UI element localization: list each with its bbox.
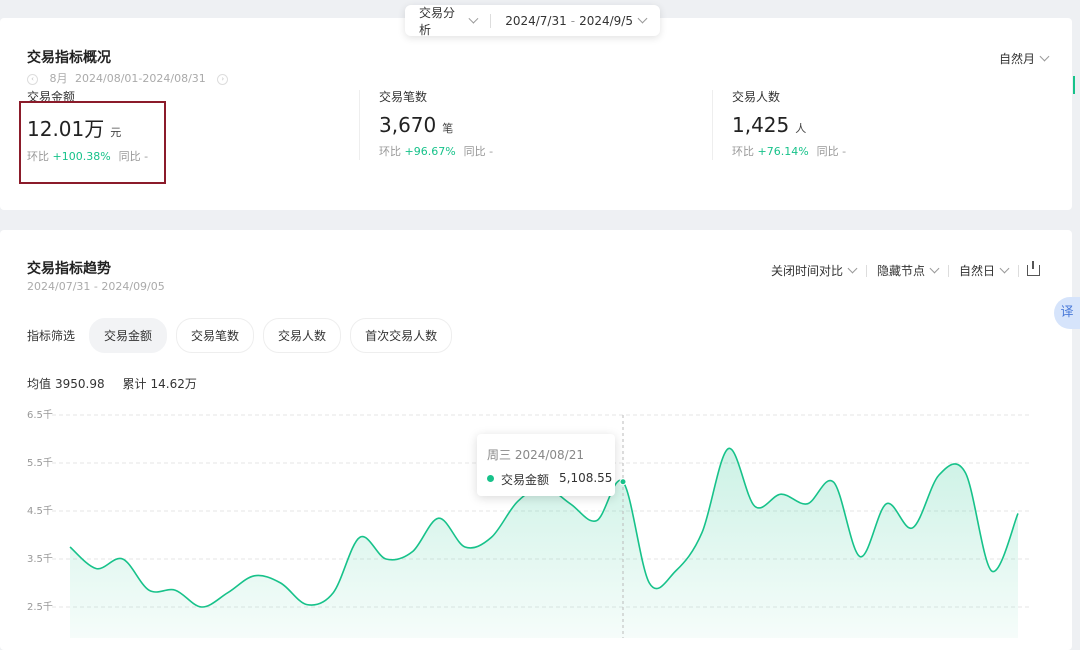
mom-value: +96.67% bbox=[404, 145, 456, 158]
period-range: 2024/08/01-2024/08/31 bbox=[75, 72, 206, 85]
metric-number: 1,425 bbox=[732, 113, 790, 137]
total-value: 14.62万 bbox=[150, 377, 197, 391]
top-filter-bar: 交易分析 2024/7/31 - 2024/9/5 bbox=[405, 4, 660, 38]
chip-count[interactable]: 交易笔数 bbox=[176, 318, 255, 353]
mom-label: 环比 bbox=[379, 145, 401, 158]
granularity-select[interactable]: 自然日 bbox=[949, 262, 1018, 279]
total-label: 累计 bbox=[122, 377, 147, 391]
y-tick-label: 5.5千 bbox=[27, 457, 53, 469]
chevron-down-icon bbox=[999, 263, 1010, 274]
period-month: 8月 bbox=[49, 72, 68, 85]
date-start: 2024/7/31 bbox=[505, 13, 567, 28]
metric-unit: 人 bbox=[795, 122, 807, 135]
next-period-icon[interactable]: › bbox=[217, 73, 229, 85]
granularity-label: 自然日 bbox=[958, 264, 995, 278]
filter-label: 指标筛选 bbox=[27, 329, 76, 343]
chevron-down-icon bbox=[468, 13, 478, 24]
metric-value: 3,670 笔 bbox=[379, 113, 493, 137]
period-select[interactable]: 自然月 bbox=[998, 50, 1050, 67]
metric-compare: 环比 +96.67% 同比 - bbox=[379, 143, 493, 159]
translate-button[interactable]: 译 bbox=[1054, 297, 1080, 329]
date-end: 2024/9/5 bbox=[579, 13, 633, 28]
highlight-box bbox=[19, 101, 166, 184]
date-separator: - bbox=[570, 13, 576, 28]
overview-period: ‹ 8月 2024/08/01-2024/08/31 › bbox=[27, 70, 229, 86]
metric-value: 1,425 人 bbox=[732, 113, 846, 137]
chevron-down-icon bbox=[1039, 51, 1050, 62]
compare-toggle[interactable]: 关闭时间对比 bbox=[761, 262, 866, 279]
yoy-value: - bbox=[842, 145, 847, 158]
trend-controls: 关闭时间对比 隐藏节点 自然日 bbox=[761, 261, 1040, 279]
period-select-label: 自然月 bbox=[998, 52, 1035, 66]
y-tick-label: 4.5千 bbox=[27, 505, 53, 517]
mom-value: +76.14% bbox=[757, 145, 809, 158]
analysis-label: 交易分析 bbox=[419, 5, 456, 37]
metric-unit: 笔 bbox=[442, 122, 454, 135]
avg-label: 均值 bbox=[27, 377, 52, 391]
y-tick-label: 6.5千 bbox=[27, 409, 53, 421]
analysis-select[interactable]: 交易分析 bbox=[405, 4, 490, 38]
trend-title: 交易指标趋势 bbox=[27, 261, 111, 277]
date-range-select[interactable]: 2024/7/31 - 2024/9/5 bbox=[491, 14, 660, 28]
chevron-down-icon bbox=[929, 263, 940, 274]
trend-range: 2024/07/31 - 2024/09/05 bbox=[27, 280, 165, 293]
metric-filter: 指标筛选 交易金额 交易笔数 交易人数 首次交易人数 bbox=[27, 318, 461, 353]
hide-nodes-select[interactable]: 隐藏节点 bbox=[867, 262, 948, 279]
overview-title: 交易指标概况 bbox=[27, 50, 111, 66]
hide-nodes-label: 隐藏节点 bbox=[876, 264, 925, 278]
legend-dot bbox=[487, 475, 494, 482]
metric-users: 交易人数 1,425 人 环比 +76.14% 同比 - bbox=[732, 88, 846, 159]
metric-count: 交易笔数 3,670 笔 环比 +96.67% 同比 - bbox=[379, 88, 493, 159]
chip-amount[interactable]: 交易金额 bbox=[89, 318, 168, 353]
chip-first-users[interactable]: 首次交易人数 bbox=[350, 318, 453, 353]
chevron-down-icon bbox=[847, 263, 858, 274]
metric-compare: 环比 +76.14% 同比 - bbox=[732, 143, 846, 159]
download-icon[interactable] bbox=[1027, 261, 1040, 276]
compare-label: 关闭时间对比 bbox=[770, 264, 843, 278]
metric-number: 3,670 bbox=[379, 113, 437, 137]
prev-period-icon[interactable]: ‹ bbox=[27, 73, 38, 85]
tooltip-date: 周三 2024/08/21 bbox=[487, 448, 584, 462]
tooltip-series: 交易金额 bbox=[501, 473, 550, 487]
y-tick-label: 3.5千 bbox=[27, 553, 53, 565]
metric-label: 交易笔数 bbox=[379, 90, 428, 104]
yoy-value: - bbox=[489, 145, 494, 158]
divider bbox=[359, 90, 360, 160]
yoy-label: 同比 bbox=[816, 145, 839, 158]
data-point[interactable] bbox=[619, 478, 627, 486]
trend-stats: 均值 3950.98 累计 14.62万 bbox=[27, 375, 201, 392]
tooltip-value: 5,108.55 bbox=[559, 471, 613, 485]
scrollbar[interactable] bbox=[1073, 76, 1075, 94]
y-tick-label: 2.5千 bbox=[27, 601, 53, 613]
mom-label: 环比 bbox=[732, 145, 754, 158]
metric-label: 交易人数 bbox=[732, 90, 781, 104]
divider bbox=[1018, 264, 1019, 277]
avg-value: 3950.98 bbox=[55, 377, 105, 391]
chip-users[interactable]: 交易人数 bbox=[263, 318, 342, 353]
chart-tooltip: 周三 2024/08/21 交易金额 5,108.55 bbox=[477, 434, 615, 496]
yoy-label: 同比 bbox=[463, 145, 486, 158]
divider bbox=[712, 90, 713, 160]
chevron-down-icon bbox=[637, 13, 648, 24]
